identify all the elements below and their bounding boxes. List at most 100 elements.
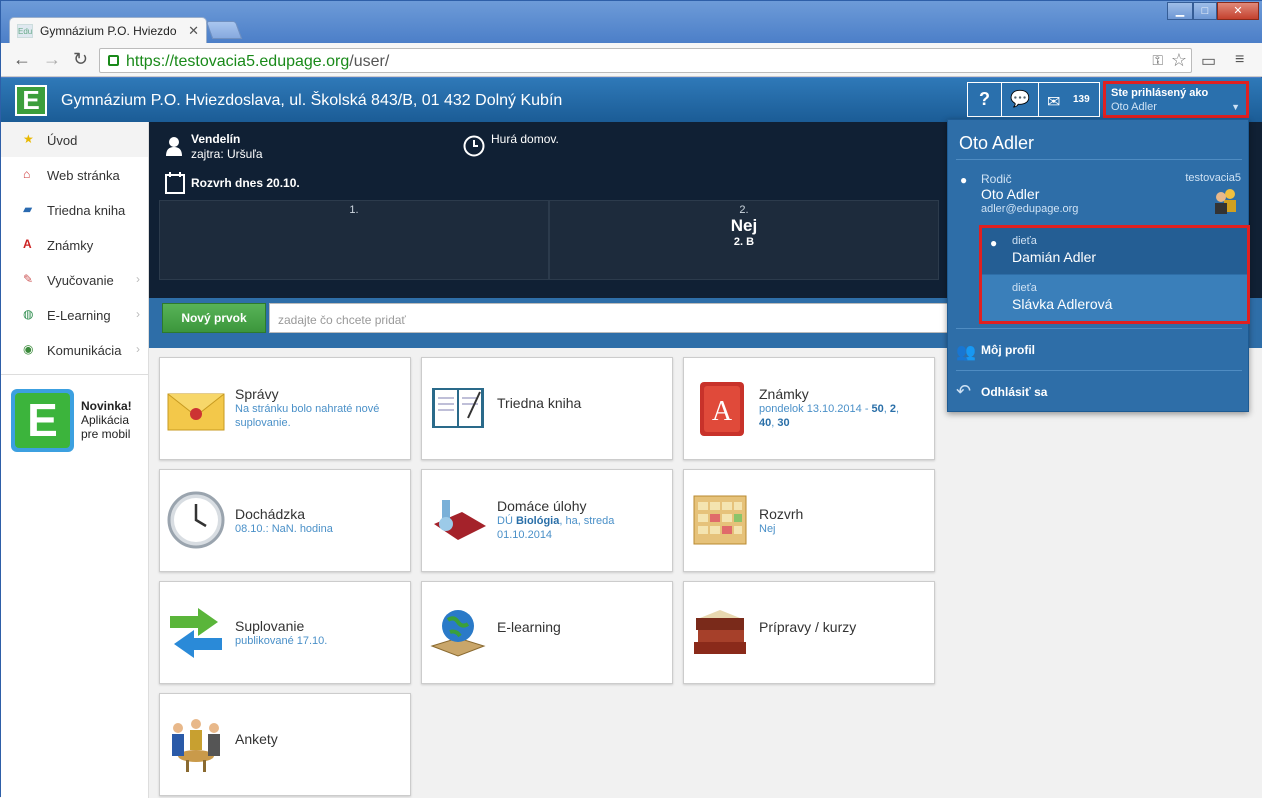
- account-child-1[interactable]: ● dieťa Damián Adler: [982, 228, 1247, 274]
- school-name[interactable]: Gymnázium P.O. Hviezdoslava, ul. Školská…: [61, 92, 562, 110]
- svg-text:A: A: [712, 396, 733, 427]
- card-title: E-learning: [497, 619, 561, 635]
- card-ankety[interactable]: Ankety: [159, 693, 411, 796]
- card-pripravy[interactable]: Prípravy / kurzy: [683, 581, 935, 684]
- dropdown-user-name: Oto Adler: [959, 133, 1035, 153]
- sidebar-item-label: Triedna kniha: [47, 203, 126, 218]
- menu-icon[interactable]: ≡: [1235, 51, 1244, 69]
- account-parent[interactable]: ● Rodič Oto Adler adler@edupage.org test…: [948, 170, 1248, 222]
- chat-button[interactable]: 💬: [1001, 82, 1039, 117]
- sidebar-item-label: E-Learning: [47, 308, 111, 323]
- day-status: Hurá domov.: [491, 132, 559, 146]
- close-window-button[interactable]: ✕: [1217, 2, 1259, 20]
- divider: [956, 159, 1242, 160]
- card-title: Dochádzka: [235, 506, 306, 522]
- url-path: /user/: [349, 53, 390, 70]
- nameday: Vendelín: [191, 132, 241, 146]
- my-profile-link[interactable]: 👥 Môj profil: [956, 335, 1242, 365]
- card-subtitle: publikované 17.10.: [235, 635, 328, 647]
- sidebar-item-komunikacia[interactable]: ◉ Komunikácia ›: [1, 332, 148, 367]
- lock-icon: [108, 55, 119, 66]
- account-name: Oto Adler: [981, 186, 1040, 202]
- chevron-right-icon: ›: [136, 342, 140, 356]
- account-child-2[interactable]: dieťa Slávka Adlerová: [982, 275, 1247, 321]
- clock-icon: [166, 490, 226, 550]
- mobile-app-promo[interactable]: E Novinka! Aplikácia pre mobil: [11, 387, 141, 455]
- card-znamky[interactable]: A Známky pondelok 13.10.2014 - 50, 2, 40,…: [683, 357, 935, 460]
- sidebar-divider: [1, 374, 148, 375]
- back-icon[interactable]: ←: [13, 49, 31, 70]
- edupage-logo[interactable]: E: [15, 85, 47, 116]
- account-domain: testovacia5: [1185, 172, 1241, 184]
- sidebar: ★ Úvod ⌂ Web stránka ▰ Triedna kniha A Z…: [1, 122, 149, 798]
- card-subtitle: 08.10.: NaN. hodina: [235, 523, 333, 535]
- divider: [956, 370, 1242, 371]
- new-item-button[interactable]: Nový prvok: [162, 303, 266, 333]
- card-title: Suplovanie: [235, 618, 305, 634]
- browser-window: Edu Gymnázium P.O. Hviezdo ✕ ▁ □ ✕ ← → ↻…: [0, 0, 1262, 798]
- bookmark-star-icon[interactable]: ☆: [1171, 50, 1187, 71]
- sidebar-item-znamky[interactable]: A Známky: [1, 227, 148, 262]
- sidebar-item-uvod[interactable]: ★ Úvod: [1, 122, 148, 157]
- card-rozvrh[interactable]: Rozvrh Nej: [683, 469, 935, 572]
- timetable-icon: [690, 490, 750, 550]
- card-title: Prípravy / kurzy: [759, 619, 857, 635]
- period-2[interactable]: 2. Nej 2. B: [549, 200, 939, 280]
- card-subtitle: Na stránku bolo nahraté nové suplovanie.: [235, 403, 380, 429]
- forward-icon[interactable]: →: [43, 49, 61, 70]
- url-secure: https://testovacia5.edupage.org: [126, 53, 350, 70]
- chevron-down-icon: ▼: [1231, 102, 1240, 112]
- promo-title: Novinka!: [81, 399, 132, 413]
- sidebar-item-triedna[interactable]: ▰ Triedna kniha: [1, 192, 148, 227]
- address-bar[interactable]: https://testovacia5.edupage.org/user/ ⚿ …: [99, 48, 1192, 73]
- grades-book-icon: A: [690, 378, 750, 438]
- tab-close-icon[interactable]: ✕: [188, 23, 199, 39]
- user-menu-toggle[interactable]: Ste prihlásený ako Oto Adler ▼: [1103, 81, 1249, 118]
- user-dropdown-menu: Oto Adler ● Rodič Oto Adler adler@edupag…: [947, 119, 1250, 412]
- favicon-icon: Edu: [17, 24, 33, 38]
- swap-arrows-icon: [166, 602, 226, 662]
- reload-icon[interactable]: ↻: [73, 49, 88, 70]
- card-domace-ulohy[interactable]: Domáce úlohy DÚ Biológia, ha, streda 01.1…: [421, 469, 673, 572]
- period-1[interactable]: 1.: [159, 200, 549, 280]
- messages-button[interactable]: ✉ 139: [1038, 82, 1100, 117]
- card-triedna-kniha[interactable]: Triedna kniha: [421, 357, 673, 460]
- card-spravy[interactable]: Správy Na stránku bolo nahraté nové supl…: [159, 357, 411, 460]
- sidebar-item-elearning[interactable]: ◍ E-Learning ›: [1, 297, 148, 332]
- sidebar-item-web[interactable]: ⌂ Web stránka: [1, 157, 148, 192]
- card-title: Správy: [235, 386, 279, 402]
- card-title: Ankety: [235, 731, 278, 747]
- sidebar-item-vyucovanie[interactable]: ✎ Vyučovanie ›: [1, 262, 148, 297]
- browser-tab[interactable]: Edu Gymnázium P.O. Hviezdo ✕: [9, 17, 207, 43]
- grades-icon: A: [23, 237, 32, 251]
- logout-link[interactable]: ↶ Odhlásiť sa: [956, 377, 1242, 407]
- title-bar: Edu Gymnázium P.O. Hviezdo ✕ ▁ □ ✕: [1, 1, 1262, 43]
- sidebar-item-label: Komunikácia: [47, 343, 122, 358]
- account-name: Slávka Adlerová: [1012, 296, 1113, 312]
- envelope-icon: ✉: [1047, 94, 1061, 111]
- logged-user-name: Oto Adler: [1111, 101, 1157, 113]
- help-button[interactable]: ?: [967, 82, 1002, 117]
- cast-icon[interactable]: ▭: [1201, 51, 1216, 71]
- book-icon: ▰: [23, 202, 33, 216]
- maximize-button[interactable]: □: [1193, 2, 1217, 20]
- period-class: 2. B: [733, 236, 755, 248]
- account-email: adler@edupage.org: [981, 203, 1079, 215]
- new-tab-button[interactable]: [205, 21, 243, 39]
- key-icon[interactable]: ⚿: [1152, 52, 1163, 69]
- card-dochadzka[interactable]: Dochádzka 08.10.: NaN. hodina: [159, 469, 411, 572]
- card-suplovanie[interactable]: Suplovanie publikované 17.10.: [159, 581, 411, 684]
- clock-icon: [463, 135, 485, 160]
- logged-as-caption: Ste prihlásený ako: [1111, 87, 1209, 99]
- card-title: Rozvrh: [759, 506, 804, 522]
- calendar-icon: [165, 172, 185, 197]
- sidebar-item-label: Známky: [47, 238, 94, 253]
- card-title: Triedna kniha: [497, 395, 582, 411]
- profile-icon: 👥: [956, 344, 976, 361]
- chevron-right-icon: ›: [136, 307, 140, 321]
- my-profile-label: Môj profil: [981, 343, 1035, 357]
- divider: [956, 328, 1242, 329]
- minimize-button[interactable]: ▁: [1167, 2, 1193, 20]
- card-elearning[interactable]: E-learning: [421, 581, 673, 684]
- module-grid: Správy Na stránku bolo nahraté nové supl…: [149, 348, 1262, 798]
